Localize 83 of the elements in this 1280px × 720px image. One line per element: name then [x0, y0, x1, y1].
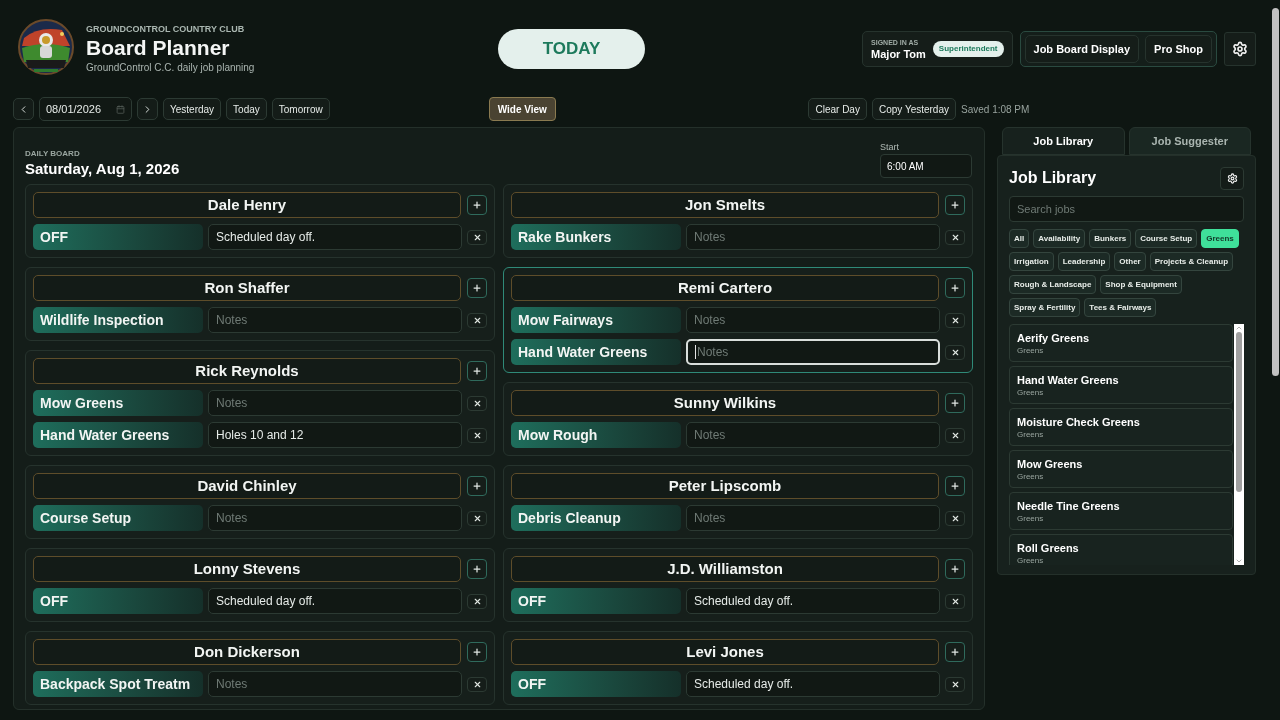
date-field[interactable]: 08/01/2026	[39, 97, 132, 121]
nav-button[interactable]: Pro Shop	[1145, 35, 1212, 63]
crew-name: Peter Lipscomb	[511, 473, 939, 499]
club-name: GROUNDCONTROL COUNTRY CLUB	[86, 24, 246, 35]
notes-field[interactable]: Notes	[208, 505, 462, 531]
panel-tab[interactable]: Job Suggester	[1128, 127, 1251, 155]
library-job-item[interactable]: Aerify Greens Greens	[1009, 324, 1233, 362]
crew-name: Levi Jones	[511, 639, 939, 665]
nav-button[interactable]: Job Board Display	[1024, 35, 1140, 63]
crew-name: Don Dickerson	[33, 639, 461, 665]
job-chip[interactable]: Mow Rough	[511, 422, 681, 448]
board-date: Saturday, Aug 1, 2026	[25, 160, 180, 178]
save-status: Saved 1:08 PM	[961, 102, 1031, 117]
filter-chip[interactable]: Rough & Landscape	[1009, 275, 1097, 294]
notes-field[interactable]: Notes	[686, 422, 940, 448]
filter-chip[interactable]: Greens	[1201, 229, 1239, 248]
library-job-item[interactable]: Mow Greens Greens	[1009, 450, 1233, 488]
wide-view-button[interactable]: Wide View	[488, 97, 556, 121]
library-job-item[interactable]: Moisture Check Greens Greens	[1009, 408, 1233, 446]
notes-field[interactable]: Notes	[686, 224, 940, 250]
filter-chip[interactable]: Leadership	[1057, 252, 1111, 271]
crew-name: Sunny Wilkins	[511, 390, 939, 416]
filter-chip[interactable]: Other	[1114, 252, 1146, 271]
notes-field[interactable]: Notes	[686, 339, 940, 365]
search-field[interactable]: Search jobs	[1009, 196, 1244, 222]
job-chip[interactable]: Hand Water Greens	[33, 422, 203, 448]
job-chip[interactable]: Mow Fairways	[511, 307, 681, 333]
crew-name: Lonny Stevens	[33, 556, 461, 582]
filter-chip[interactable]: All	[1009, 229, 1030, 248]
page-title: Board Planner	[86, 35, 231, 61]
board-caption: DAILY BOARD	[25, 148, 81, 160]
notes-field[interactable]: Notes	[686, 505, 940, 531]
crew-name: Remi Cartero	[511, 275, 939, 301]
crew-name: David Chinley	[33, 473, 461, 499]
notes-field[interactable]: Notes	[208, 671, 462, 697]
job-chip[interactable]: OFF	[33, 224, 203, 250]
role-tag: Superintendent	[932, 41, 1004, 57]
crew-name: Rick Reynolds	[33, 358, 461, 384]
user-name: Major Tom	[871, 46, 926, 61]
panel-tab[interactable]: Job Library	[1002, 127, 1125, 155]
notes-field[interactable]: Scheduled day off.	[208, 588, 462, 614]
job-chip[interactable]: OFF	[33, 588, 203, 614]
job-chip[interactable]: Debris Cleanup	[511, 505, 681, 531]
library-job-item[interactable]: Roll Greens Greens	[1009, 534, 1233, 565]
library-job-item[interactable]: Hand Water Greens Greens	[1009, 366, 1233, 404]
filter-chip[interactable]: Irrigation	[1009, 252, 1054, 271]
quick-date-button[interactable]: Yesterday	[163, 98, 222, 120]
job-chip[interactable]: Rake Bunkers	[511, 224, 681, 250]
notes-field[interactable]: Notes	[686, 307, 940, 333]
crew-name: Jon Smelts	[511, 192, 939, 218]
quick-date-button[interactable]: Today	[226, 98, 267, 120]
job-chip[interactable]: Wildlife Inspection	[33, 307, 203, 333]
notes-field[interactable]: Holes 10 and 12	[208, 422, 462, 448]
filter-chip[interactable]: Tees & Fairways	[1084, 298, 1157, 317]
job-chip[interactable]: OFF	[511, 671, 681, 697]
start-label: Start	[880, 141, 900, 154]
clear-day-button[interactable]: Clear Day	[808, 98, 867, 120]
filter-chip[interactable]: Availability	[1033, 229, 1086, 248]
library-job-item[interactable]: Needle Tine Greens Greens	[1009, 492, 1233, 530]
job-chip[interactable]: Hand Water Greens	[511, 339, 681, 365]
job-chip[interactable]: Mow Greens	[33, 390, 203, 416]
notes-field[interactable]: Scheduled day off.	[686, 588, 940, 614]
job-chip[interactable]: Backpack Spot Treatm	[33, 671, 203, 697]
notes-field[interactable]: Notes	[208, 390, 462, 416]
crew-name: Ron Shaffer	[33, 275, 461, 301]
today-button[interactable]: TODAY	[498, 29, 645, 69]
notes-field[interactable]: Scheduled day off.	[686, 671, 940, 697]
filter-chip[interactable]: Course Setup	[1135, 229, 1198, 248]
notes-field[interactable]: Scheduled day off.	[208, 224, 462, 250]
job-chip[interactable]: Course Setup	[33, 505, 203, 531]
quick-date-button[interactable]: Tomorrow	[271, 98, 330, 120]
filter-chip[interactable]: Spray & Fertility	[1009, 298, 1081, 317]
crew-name: J.D. Williamston	[511, 556, 939, 582]
notes-field[interactable]: Notes	[208, 307, 462, 333]
start-time-field[interactable]: 6:00 AM	[880, 154, 972, 178]
filter-chip[interactable]: Bunkers	[1089, 229, 1132, 248]
filter-chip[interactable]: Shop & Equipment	[1100, 275, 1182, 294]
copy-yesterday-button[interactable]: Copy Yesterday	[871, 98, 956, 120]
panel-title: Job Library	[1009, 168, 1097, 188]
filter-chip[interactable]: Projects & Cleanup	[1149, 252, 1234, 271]
page-subtitle: GroundControl C.C. daily job planning	[86, 61, 255, 74]
crew-name: Dale Henry	[33, 192, 461, 218]
job-chip[interactable]: OFF	[511, 588, 681, 614]
